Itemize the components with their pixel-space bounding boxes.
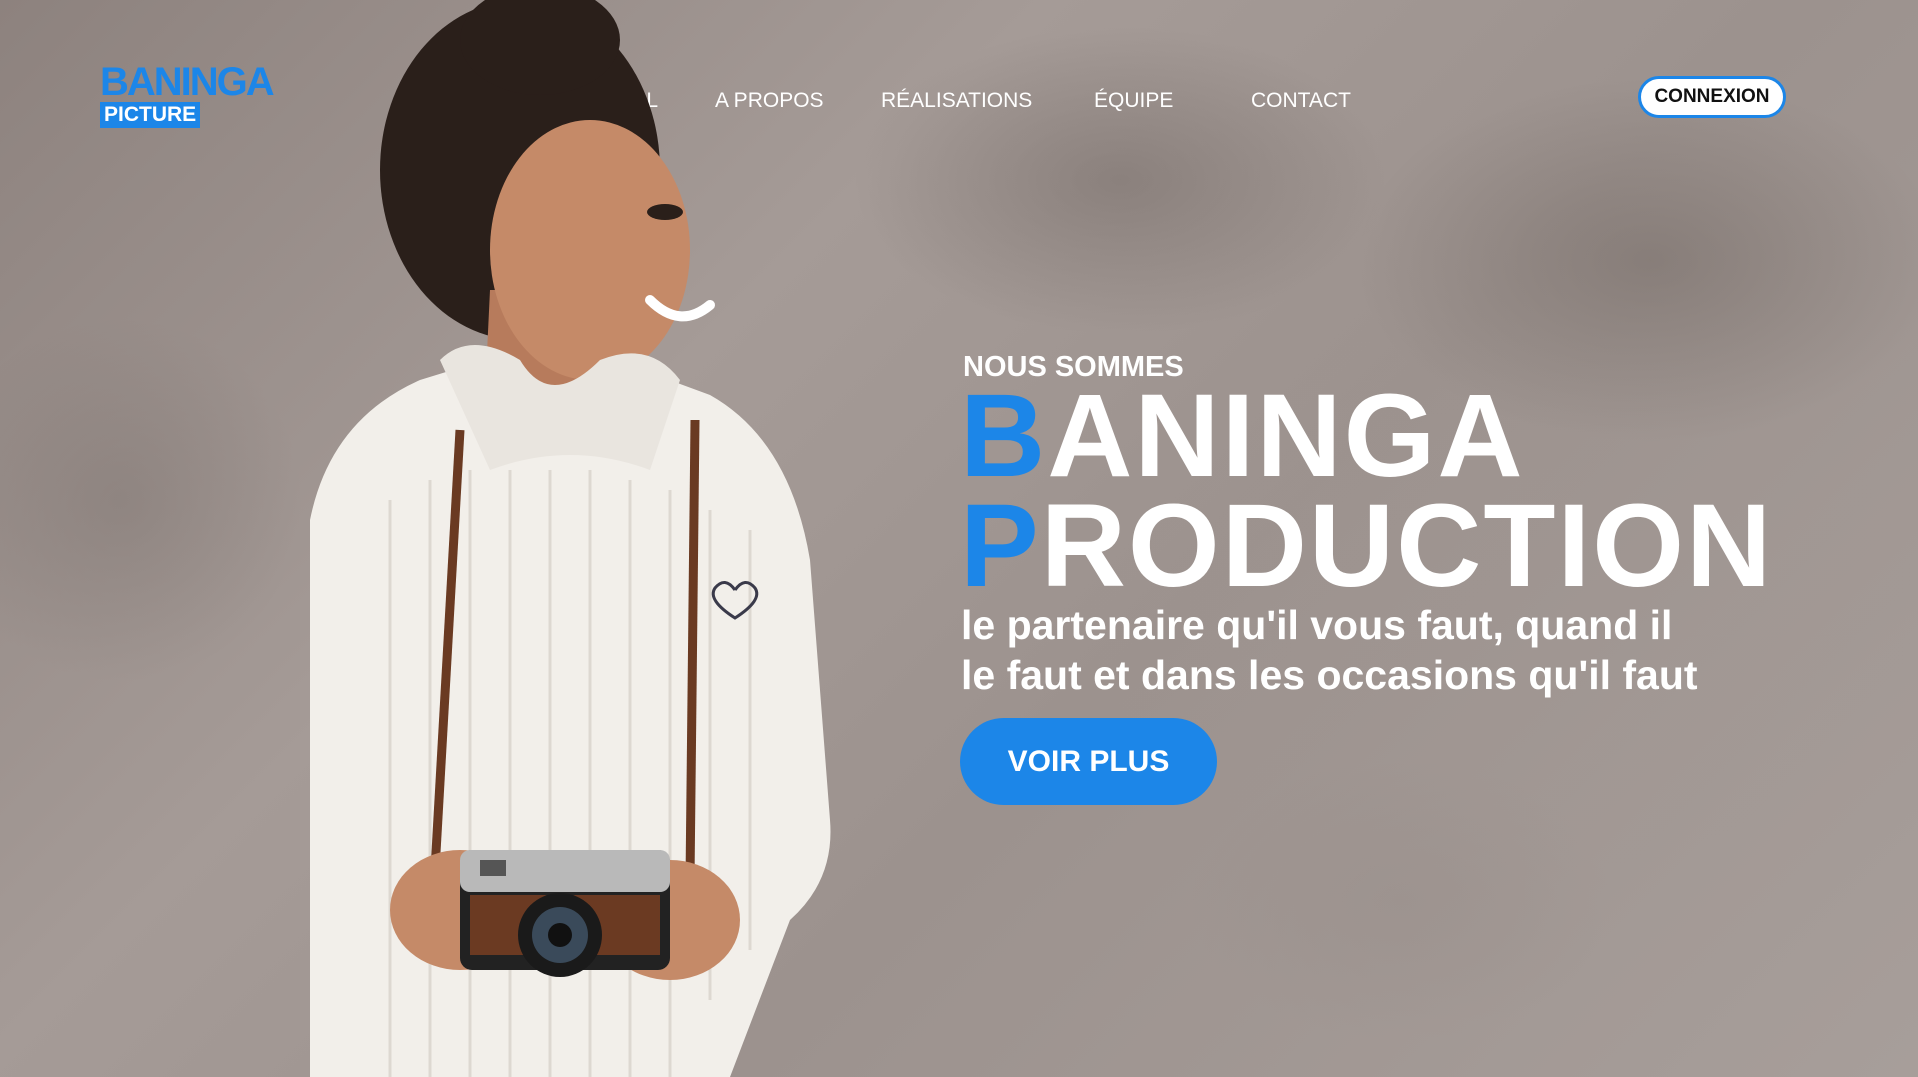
camera-shape [460, 850, 670, 977]
nav-item-contact[interactable]: CONTACT [1251, 87, 1351, 115]
see-more-button[interactable]: VOIR PLUS [960, 718, 1217, 805]
hero-tagline: le partenaire qu'il vous faut, quand il … [961, 602, 1698, 698]
hero-photo [310, 0, 831, 1077]
hero-title-line-1: BANINGA [960, 377, 1525, 495]
logo-wordmark: BANINGA [100, 60, 275, 104]
brand-logo[interactable]: BANINGA PICTURE [100, 62, 290, 130]
title-rest-2: RODUCTION [1040, 480, 1774, 612]
hero-title-line-2: PRODUCTION [960, 487, 1773, 605]
nav-item-equipe[interactable]: ÉQUIPE [1094, 87, 1173, 115]
face-shape [490, 120, 690, 380]
logo-subtitle: PICTURE [100, 102, 201, 128]
title-initial-p: P [960, 480, 1041, 612]
login-button[interactable]: CONNEXION [1638, 76, 1786, 118]
